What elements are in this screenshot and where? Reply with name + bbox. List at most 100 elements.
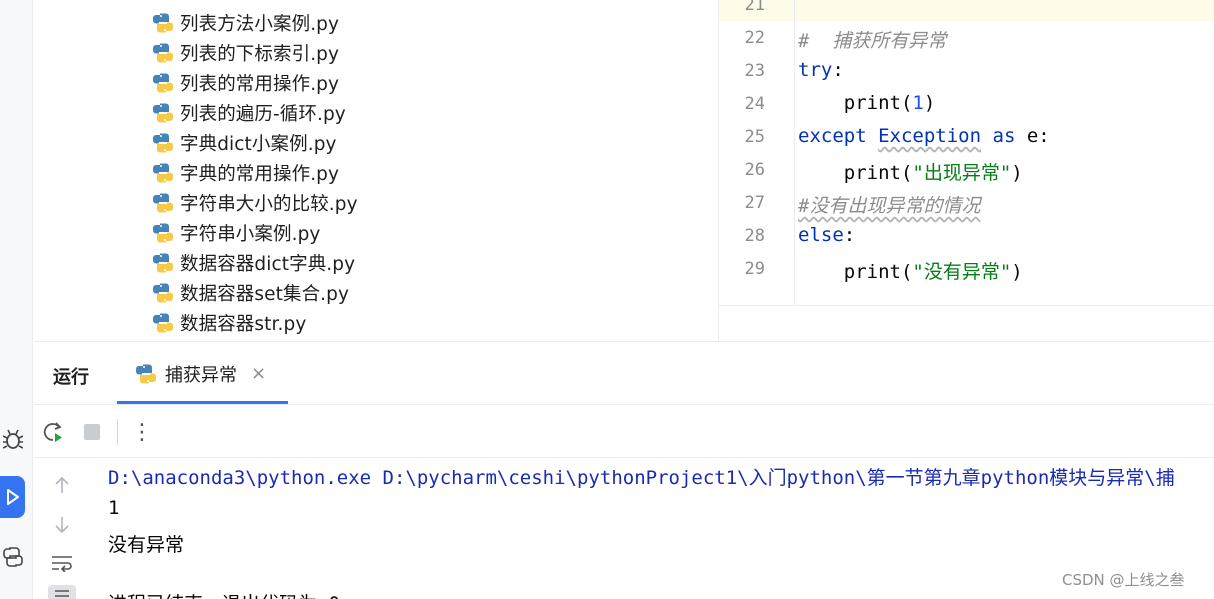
line-number: 27 (744, 193, 765, 213)
file-name-label: 列表的下标索引.py (180, 44, 340, 65)
scroll-up-button[interactable] (48, 471, 76, 499)
csdn-watermark: CSDN @上线之叁 (1062, 571, 1185, 589)
python-file-icon (153, 253, 173, 273)
code-editor[interactable]: 21 22 23 24 25 26 27 28 29 # 捕获所有异常 try: print(1… (719, 0, 1214, 305)
file-name-label: 数据容器dict字典.py (180, 254, 356, 275)
code-text: : (832, 59, 844, 81)
soft-wrap-button[interactable] (48, 549, 76, 577)
code-text: ) (1011, 261, 1023, 283)
line-number: 26 (744, 160, 765, 180)
code-number: 1 (912, 92, 924, 114)
file-name-label: 列表方法小案例.py (180, 14, 340, 35)
file-name-label: 字典的常用操作.py (180, 164, 340, 185)
code-text: ) (923, 92, 936, 114)
stop-button[interactable] (78, 418, 106, 446)
file-name-label: 列表的常用操作.py (180, 74, 340, 95)
run-tab-label: 捕获异常 (165, 364, 237, 386)
line-number: 21 (744, 0, 765, 15)
project-tree-file[interactable]: 数据容器set集合.py (152, 278, 349, 308)
scroll-to-end-icon (55, 590, 69, 597)
code-text: print( (798, 92, 913, 114)
python-file-icon (153, 193, 173, 213)
python-file-icon (153, 13, 173, 33)
console-output-line: 没有异常 (108, 534, 185, 556)
python-file-icon (153, 43, 173, 63)
code-keyword: except (798, 125, 867, 147)
project-tree-file[interactable]: 字符串小案例.py (152, 218, 320, 248)
file-name-label: 字典dict小案例.py (180, 134, 337, 155)
code-keyword: else (798, 224, 844, 246)
code-comment: #没有出现异常的情况 (798, 195, 981, 217)
file-name-label: 数据容器set集合.py (180, 284, 350, 305)
project-tree-file[interactable]: 列表的遍历-循环.py (152, 98, 346, 128)
project-tree-file[interactable]: 字典的常用操作.py (152, 158, 339, 188)
line-number: 23 (744, 61, 765, 81)
console-command-line[interactable]: D:\anaconda3\python.exe D:\pycharm\ceshi… (108, 463, 1175, 490)
project-tree-file[interactable]: 列表方法小案例.py (152, 8, 339, 38)
code-line-25[interactable]: except Exception as e: (798, 125, 1050, 147)
close-icon[interactable]: × (251, 363, 266, 384)
python-file-icon (153, 163, 173, 183)
code-comment: # 捕获所有异常 (798, 30, 947, 52)
line-number: 28 (744, 226, 765, 246)
gutter-separator (794, 0, 795, 305)
toolbar-separator (117, 419, 118, 445)
code-text: e: (1015, 125, 1050, 147)
python-file-icon (153, 73, 173, 93)
run-tool-header: 运行 捕获异常 × (34, 342, 1214, 405)
code-line-29[interactable]: print("没有异常") (798, 257, 1023, 284)
run-toolbar: ⋮ (34, 406, 1214, 458)
project-tree-file[interactable]: 列表的常用操作.py (152, 68, 339, 98)
editor-bottom-border (719, 305, 1214, 306)
code-line-28[interactable]: else: (798, 224, 855, 246)
code-line-26[interactable]: print("出现异常") (798, 158, 1023, 185)
code-string: "没有异常" (912, 261, 1012, 283)
rerun-button[interactable] (39, 418, 67, 446)
file-name-label: 字符串大小的比较.py (180, 194, 358, 215)
run-tool-window: 运行 捕获异常 × ⋮ D:\anaconda3\python.exe D:\p… (34, 341, 1214, 599)
arrow-down-icon (55, 517, 69, 534)
code-text: print( (798, 162, 913, 184)
rerun-icon (43, 422, 62, 442)
code-keyword: as (992, 125, 1016, 147)
console-exit-line: 进程已结束，退出代码为 0 (108, 589, 340, 599)
python-file-icon (136, 364, 156, 383)
left-tool-strip (0, 0, 33, 599)
arrow-up-icon (55, 476, 69, 493)
active-tab-indicator (117, 401, 288, 404)
code-line-23[interactable]: try: (798, 59, 844, 81)
stop-icon (84, 424, 100, 440)
project-tree-file[interactable]: 字典dict小案例.py (152, 128, 337, 158)
code-string: "出现异常" (912, 162, 1012, 184)
file-name-label: 数据容器str.py (180, 314, 307, 335)
run-panel-title: 运行 (53, 367, 89, 388)
run-tool-icon[interactable] (0, 476, 25, 518)
python-file-icon (153, 223, 173, 243)
debug-tool-icon[interactable] (0, 418, 26, 460)
project-tree: 列表方法小案例.py 列表的下标索引.py 列表的常用操作.py 列表的遍历-循环.p… (34, 0, 718, 341)
project-tree-file[interactable]: 数据容器dict字典.py (152, 248, 355, 278)
code-line-24[interactable]: print(1) (798, 92, 936, 114)
console-output-line: 1 (108, 497, 120, 519)
python-console-icon[interactable] (0, 536, 26, 578)
line-number: 22 (744, 28, 765, 48)
scroll-to-end-button[interactable] (48, 585, 76, 599)
line-number: 25 (744, 127, 765, 147)
project-tree-file[interactable]: 数据容器str.py (152, 308, 306, 338)
scroll-down-button[interactable] (48, 511, 76, 539)
code-line-22[interactable]: # 捕获所有异常 (798, 26, 946, 53)
code-text: print( (798, 261, 913, 283)
code-keyword: try (798, 59, 833, 81)
soft-wrap-icon (52, 556, 72, 572)
project-tree-file[interactable]: 字符串大小的比较.py (152, 188, 358, 218)
run-config-tab[interactable]: 捕获异常 × (117, 342, 288, 405)
file-name-label: 列表的遍历-循环.py (180, 104, 346, 125)
more-options-button[interactable]: ⋮ (128, 418, 156, 446)
more-vertical-icon: ⋮ (131, 419, 153, 445)
python-file-icon (153, 313, 173, 333)
project-tree-file[interactable]: 列表的下标索引.py (152, 38, 339, 68)
file-name-label: 字符串小案例.py (180, 224, 321, 245)
line-number: 24 (744, 94, 765, 114)
code-line-27[interactable]: #没有出现异常的情况 (798, 191, 980, 218)
console-output[interactable]: D:\anaconda3\python.exe D:\pycharm\ceshi… (108, 459, 1214, 599)
